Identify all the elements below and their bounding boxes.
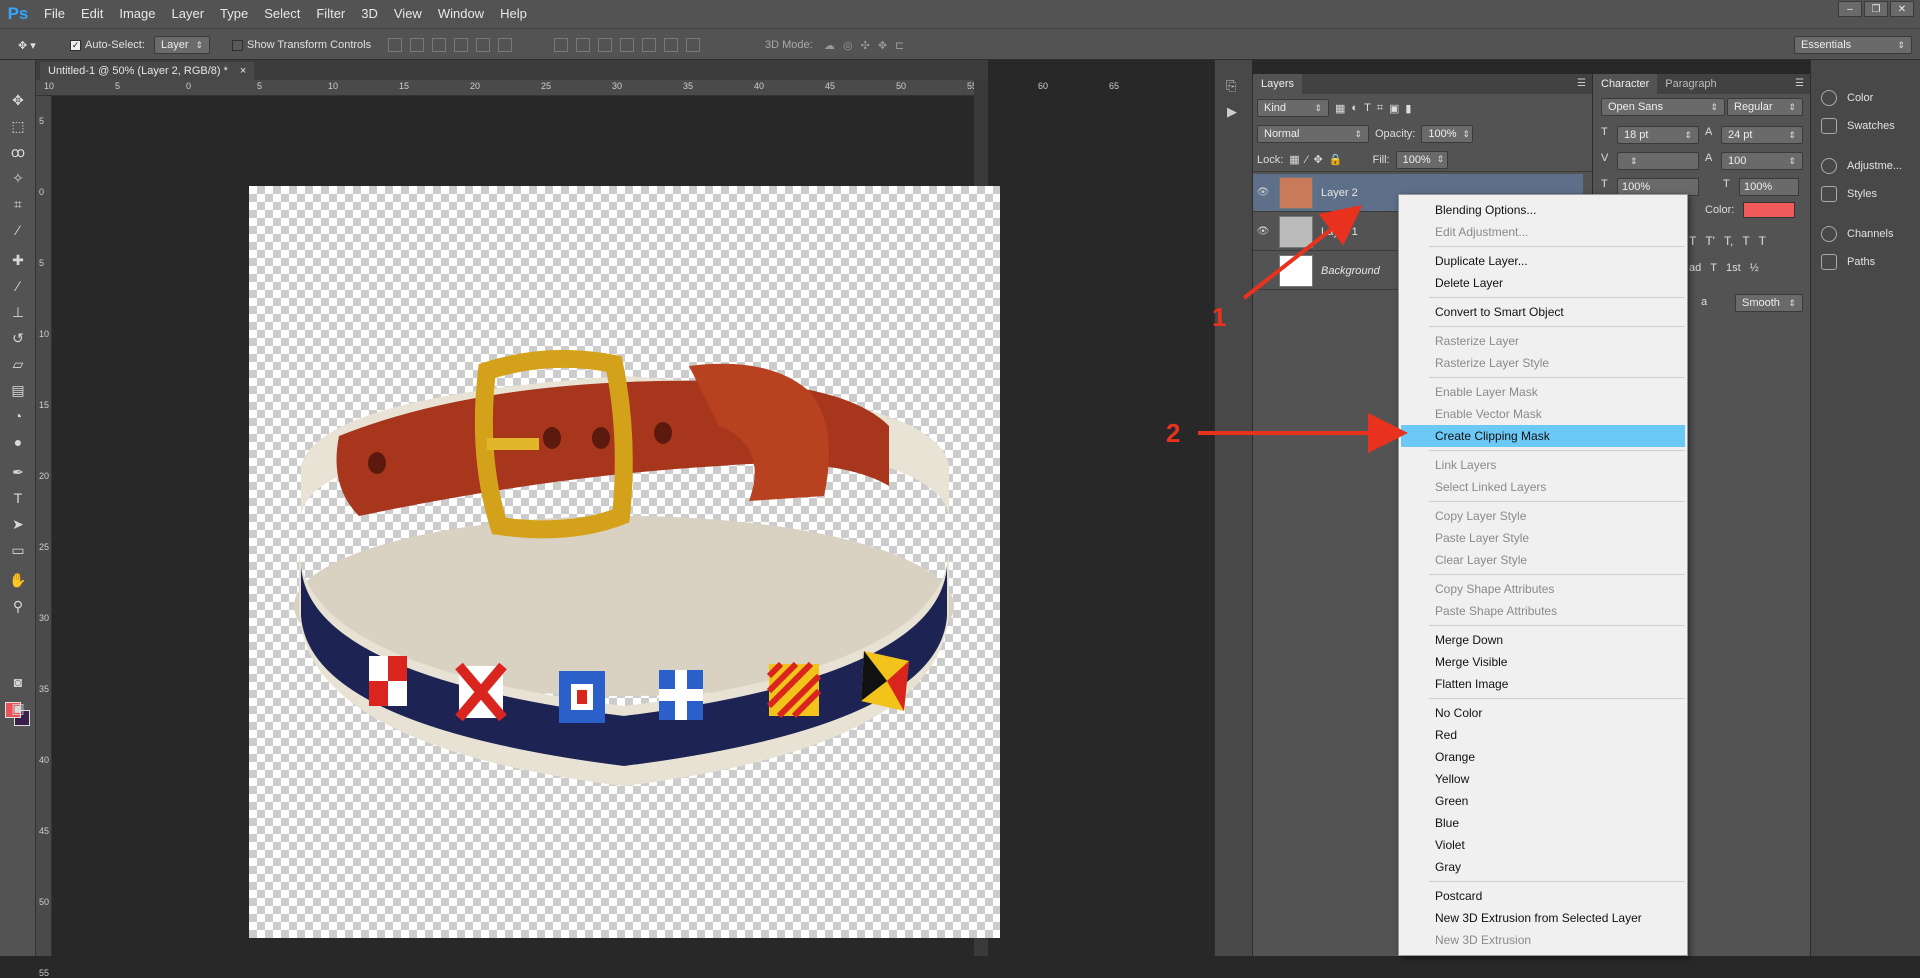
step-1-label: 1 <box>1212 302 1227 332</box>
arrow-to-layer-2 <box>1242 205 1363 300</box>
step-2-label: 2 <box>1166 418 1181 448</box>
ruler-tick-label: 55 <box>39 968 50 978</box>
annotation-arrows <box>1198 205 1408 453</box>
